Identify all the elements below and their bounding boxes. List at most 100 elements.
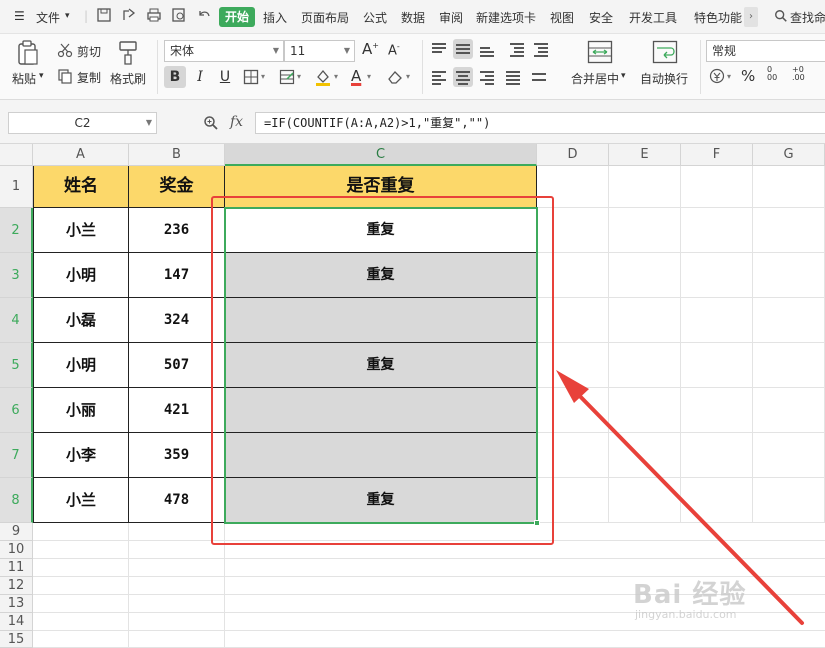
empty-cell[interactable] [33,541,129,559]
column-header-d[interactable]: D [537,144,609,166]
chevron-down-icon[interactable]: ▾ [367,72,371,81]
row-header-1[interactable]: 1 [0,166,33,208]
cell-name[interactable]: 小丽 [33,388,129,433]
row-header-3[interactable]: 3 [0,253,33,298]
empty-cell[interactable] [681,253,753,298]
font-name-select[interactable]: 宋体 ▼ [164,40,284,62]
cell-name[interactable]: 小兰 [33,478,129,523]
chevron-down-icon[interactable]: ▾ [261,72,265,81]
insert-function-button[interactable]: fx [230,114,243,130]
empty-cell[interactable] [129,613,225,631]
empty-cell[interactable] [681,298,753,343]
row-header-5[interactable]: 5 [0,343,33,388]
save-icon[interactable] [96,7,112,23]
search-command-label[interactable]: 查找命 [790,9,825,26]
empty-cell[interactable] [753,253,825,298]
tab-review[interactable]: 审阅 [439,9,463,26]
decrease-indent-icon[interactable] [507,39,527,59]
name-box[interactable]: C2 ▼ [8,112,157,134]
column-header-a[interactable]: A [33,144,129,166]
distribute-icon[interactable] [529,67,549,87]
column-header-c[interactable]: C [225,144,537,166]
empty-cell[interactable] [129,595,225,613]
chevron-down-icon[interactable]: ▾ [727,72,731,81]
thousands-separator-icon[interactable]: 0 00 [767,66,777,82]
decrease-font-size-icon[interactable]: A- [388,42,400,58]
copy-button[interactable]: 复制 [77,69,101,86]
more-tabs-button[interactable]: › [744,7,758,27]
row-header-10[interactable]: 10 [0,541,33,559]
row-header-8[interactable]: 8 [0,478,33,523]
increase-decimal-icon[interactable]: +0.00 [792,66,805,82]
undo-icon[interactable] [196,7,212,23]
font-size-select[interactable]: 11 ▼ [284,40,355,62]
empty-cell[interactable] [753,298,825,343]
align-middle-icon[interactable] [453,39,473,59]
bold-button[interactable]: B [164,66,186,88]
empty-cell[interactable] [129,577,225,595]
select-all-corner[interactable] [0,144,33,166]
align-top-icon[interactable] [429,39,449,59]
currency-icon[interactable] [709,68,725,84]
column-header-f[interactable]: F [681,144,753,166]
chevron-down-icon[interactable]: ▾ [406,72,410,81]
cell-name[interactable]: 小明 [33,343,129,388]
row-header-2[interactable]: 2 [0,208,33,253]
paste-button[interactable]: 粘贴 [12,70,36,87]
chevron-down-icon[interactable]: ▾ [334,72,338,81]
row-header-12[interactable]: 12 [0,577,33,595]
cell-name[interactable]: 小磊 [33,298,129,343]
tab-security[interactable]: 安全 [589,9,613,26]
cut-button[interactable]: 剪切 [77,43,101,60]
tab-data[interactable]: 数据 [401,9,425,26]
row-header-7[interactable]: 7 [0,433,33,478]
column-header-e[interactable]: E [609,144,681,166]
italic-button[interactable]: I [189,66,211,88]
number-format-select[interactable]: 常规 [706,40,825,62]
export-icon[interactable] [121,7,137,23]
percent-button[interactable]: % [741,67,755,85]
chevron-down-icon[interactable]: ▾ [39,71,44,81]
empty-cell[interactable] [753,166,825,208]
hamburger-icon[interactable]: ☰ [14,9,25,23]
cell-name[interactable]: 小李 [33,433,129,478]
row-header-9[interactable]: 9 [0,523,33,541]
paste-icon[interactable] [16,40,40,66]
empty-cell[interactable] [33,631,129,648]
row-header-14[interactable]: 14 [0,613,33,631]
cell-name[interactable]: 小明 [33,253,129,298]
align-right-icon[interactable] [477,67,497,87]
row-header-15[interactable]: 15 [0,631,33,648]
menu-file[interactable]: 文件 [36,9,60,26]
empty-cell[interactable] [753,208,825,253]
fill-color-icon[interactable] [314,68,332,86]
formula-input[interactable]: =IF(COUNTIF(A:A,A2)>1,"重复","") [255,112,825,134]
row-header-11[interactable]: 11 [0,559,33,577]
eraser-icon[interactable] [387,69,403,85]
tab-developer[interactable]: 开发工具 [629,9,677,26]
format-painter-button[interactable]: 格式刷 [110,70,146,87]
increase-font-size-icon[interactable]: A+ [362,40,379,58]
copy-icon[interactable] [57,68,73,84]
empty-cell[interactable] [33,577,129,595]
tab-formulas[interactable]: 公式 [363,9,387,26]
cell-style-icon[interactable] [279,69,295,85]
tab-special-features[interactable]: 特色功能 [694,9,742,26]
wrap-text-button[interactable]: 自动换行 [640,70,688,87]
empty-cell[interactable] [33,613,129,631]
empty-cell[interactable] [609,208,681,253]
chevron-down-icon[interactable]: ▾ [65,11,70,21]
print-preview-icon[interactable] [171,7,187,23]
chevron-down-icon[interactable]: ▾ [297,72,301,81]
scissors-icon[interactable] [57,42,73,58]
empty-cell[interactable] [129,559,225,577]
empty-cell[interactable] [129,631,225,648]
empty-cell[interactable] [33,559,129,577]
cell-name[interactable]: 小兰 [33,208,129,253]
chevron-down-icon[interactable]: ▾ [621,71,626,81]
empty-cell[interactable] [33,595,129,613]
empty-cell[interactable] [33,523,129,541]
align-left-icon[interactable] [429,67,449,87]
align-center-icon[interactable] [453,67,473,87]
underline-button[interactable]: U [214,66,236,88]
